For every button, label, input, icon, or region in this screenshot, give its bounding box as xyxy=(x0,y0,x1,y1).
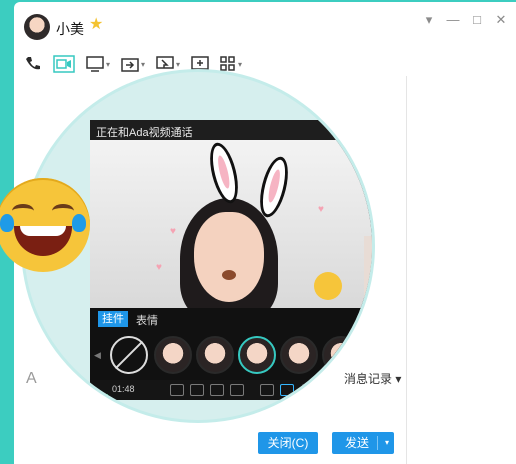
heart-icon: ♥ xyxy=(156,262,162,273)
tab-expression[interactable]: 表情 xyxy=(136,312,158,328)
window-controls: ▾ — □ ✕ xyxy=(422,12,508,28)
call-control-bar: 01:48 xyxy=(90,380,372,400)
person-face xyxy=(194,212,264,302)
chevron-down-icon[interactable]: ▾ xyxy=(106,60,110,69)
bunny-ear-right xyxy=(254,154,294,220)
title-bar: 小美 ★ ▾ — □ ✕ xyxy=(14,2,516,46)
chevron-left-icon[interactable]: ◀ xyxy=(94,350,101,361)
send-button[interactable]: 发送(S) ▾ xyxy=(332,432,394,464)
bunny-ear-left xyxy=(204,140,244,206)
file-transfer-icon[interactable]: ▾ xyxy=(121,54,145,74)
sticker-option[interactable] xyxy=(322,336,360,374)
video-call-title: 正在和Ada视频通话 xyxy=(96,127,193,139)
bunny-nose xyxy=(222,270,236,280)
minimize-button[interactable]: — xyxy=(446,12,460,28)
sticker-option[interactable] xyxy=(196,336,234,374)
divider xyxy=(377,436,378,450)
no-sticker-option[interactable] xyxy=(110,336,148,374)
effect-tabs: 挂件 表情 xyxy=(90,308,372,330)
sticker-option[interactable] xyxy=(154,336,192,374)
apps-icon[interactable]: ▾ xyxy=(220,54,242,74)
video-call-panel: 正在和Ada视频通话 ♥ ♥ ♥ 挂件 表情 ◀ 01:48 xyxy=(90,120,372,400)
camera-icon[interactable] xyxy=(230,384,244,396)
laughing-emoji-icon xyxy=(0,178,90,272)
heart-icon: ♥ xyxy=(170,226,176,237)
microphone-icon[interactable] xyxy=(190,384,204,396)
heart-icon: ♥ xyxy=(318,204,324,215)
phone-icon[interactable] xyxy=(24,54,42,74)
chat-icon[interactable] xyxy=(170,384,184,396)
sticker-option-selected[interactable] xyxy=(238,336,276,374)
contact-avatar[interactable] xyxy=(24,14,50,40)
remote-desktop-icon[interactable]: ▾ xyxy=(156,54,180,74)
sticker-option[interactable] xyxy=(280,336,318,374)
snapshot-icon[interactable] xyxy=(260,384,274,396)
video-feed: ♥ ♥ ♥ xyxy=(90,140,372,308)
call-timer: 01:48 xyxy=(112,384,135,394)
screen-share-icon[interactable]: ▾ xyxy=(86,54,110,74)
tab-pendant[interactable]: 挂件 xyxy=(98,311,128,327)
record-icon[interactable] xyxy=(302,384,316,396)
contact-name: 小美 xyxy=(56,21,84,37)
signal-icon xyxy=(96,386,108,396)
close-button[interactable]: 关闭(C) xyxy=(258,432,318,454)
send-button-label[interactable]: 发送(S) xyxy=(338,432,376,464)
star-icon: ★ xyxy=(89,16,104,33)
send-options-icon[interactable]: ▾ xyxy=(380,432,394,454)
sticker-option[interactable] xyxy=(364,336,372,374)
chevron-down-icon[interactable]: ▾ xyxy=(238,60,242,69)
close-window-button[interactable]: ✕ xyxy=(494,12,508,28)
sidebar-divider xyxy=(406,76,407,464)
shy-emoji-icon xyxy=(314,272,342,300)
settings-icon[interactable]: ▾ xyxy=(422,12,436,28)
chevron-down-icon[interactable]: ▾ xyxy=(141,60,145,69)
speaker-icon[interactable] xyxy=(210,384,224,396)
video-call-icon[interactable] xyxy=(53,54,75,74)
group-call-icon[interactable] xyxy=(191,54,209,74)
sticker-strip: ◀ xyxy=(90,330,372,380)
font-icon[interactable]: A xyxy=(26,370,37,388)
share-icon[interactable] xyxy=(324,384,338,396)
beauty-effect-icon[interactable] xyxy=(280,384,294,396)
self-view-thumbnail[interactable] xyxy=(364,236,372,308)
chevron-down-icon[interactable]: ▾ xyxy=(176,60,180,69)
maximize-button[interactable]: □ xyxy=(470,12,484,28)
